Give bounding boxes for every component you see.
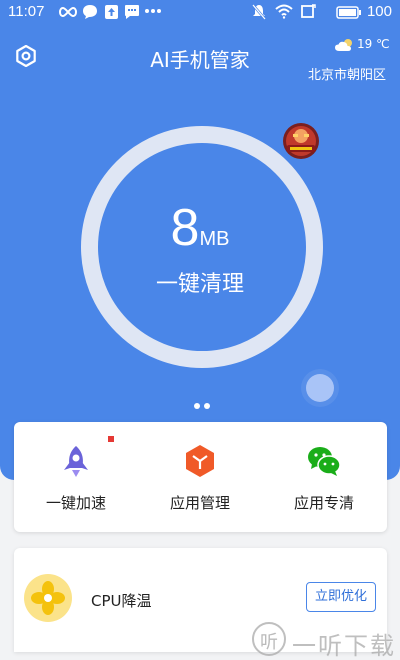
cube-icon	[186, 445, 214, 477]
watermark-logo-char: 听	[260, 632, 278, 653]
optimize-now-button[interactable]: 立即优化	[306, 582, 376, 612]
page-dot	[194, 403, 200, 409]
rotate-icon	[301, 4, 316, 18]
page-indicator	[192, 403, 216, 411]
cpu-cooling-label: CPU降温	[91, 592, 152, 610]
wifi-icon	[275, 4, 293, 19]
chat-bubble-icon	[83, 5, 97, 19]
status-bar: 11:07 100	[0, 0, 400, 26]
feature-label: 一键加速	[45, 494, 106, 512]
memory-unit: MB	[199, 228, 230, 250]
feature-label: 应用管理	[169, 494, 230, 512]
feature-speed-up[interactable]: 一键加速	[14, 422, 138, 532]
feature-app-clean[interactable]: 应用专清	[262, 422, 386, 532]
memory-number: 8	[170, 199, 200, 257]
feature-card: 一键加速 应用管理 应用专清	[14, 422, 387, 532]
upload-icon	[105, 5, 118, 19]
watermark-text: 一听下载	[292, 632, 396, 660]
floating-ball[interactable]	[306, 374, 334, 402]
feature-app-manage[interactable]: 应用管理	[138, 422, 262, 532]
watermark-logo: 听	[252, 622, 286, 656]
one-click-clean-label[interactable]: 一键清理	[0, 266, 400, 298]
page-dot	[204, 403, 210, 409]
wechat-icon	[308, 447, 341, 476]
battery-level: 100	[366, 3, 392, 20]
more-dots-icon	[145, 9, 161, 13]
fan-icon	[24, 574, 72, 622]
feature-label: 应用专清	[293, 494, 354, 512]
status-time: 11:07	[8, 3, 45, 20]
weather-temperature: 19 ℃	[357, 37, 390, 51]
infinity-icon	[59, 6, 77, 18]
location-label[interactable]: 北京市朝阳区	[308, 64, 386, 83]
new-badge-dot	[108, 436, 114, 442]
watermark: 听 一听下载	[252, 620, 400, 660]
promo-badge-icon[interactable]	[281, 121, 321, 161]
battery-icon	[336, 6, 361, 19]
memory-value: 8MB	[0, 198, 400, 258]
message-icon	[125, 5, 139, 19]
mute-icon	[252, 4, 266, 20]
cloudy-weather-icon	[335, 39, 352, 51]
rocket-icon	[64, 446, 88, 477]
